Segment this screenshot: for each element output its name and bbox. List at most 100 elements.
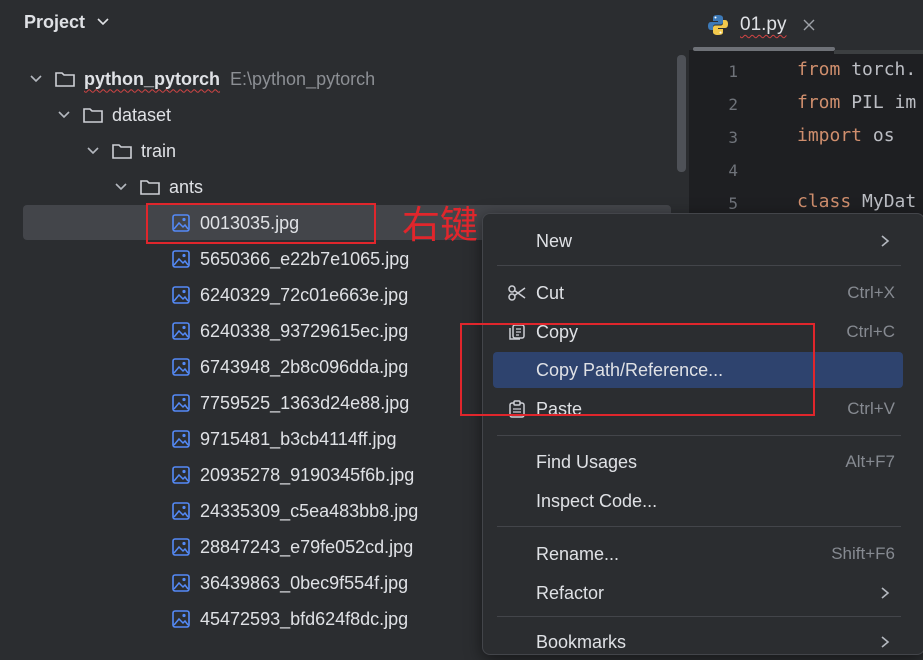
image-file-icon [172, 610, 190, 628]
file-label: 7759525_1363d24e88.jpg [200, 392, 410, 413]
menu-item-label: Find Usages [536, 451, 638, 472]
code-keyword: from [797, 92, 841, 113]
menu-separator [497, 435, 901, 436]
tree-node-label: ants [169, 176, 204, 197]
menu-separator [497, 265, 901, 266]
file-item[interactable]: 36439863_0bec9f554f.jpg [170, 566, 408, 600]
chevron-right-icon [881, 636, 890, 648]
chevron-down-icon[interactable] [28, 71, 44, 87]
menu-item-cut[interactable]: Cut Ctrl+X [493, 275, 903, 311]
chevron-right-icon [881, 235, 890, 247]
menu-item-rename[interactable]: Rename... Shift+F6 [493, 536, 903, 572]
tree-node-train[interactable]: train [85, 134, 176, 168]
line-number: 2 [728, 95, 738, 114]
annotation-box-selected-file [146, 203, 376, 244]
menu-item-label: New [536, 230, 573, 251]
chevron-down-icon[interactable] [96, 15, 110, 29]
file-item[interactable]: 6240338_93729615ec.jpg [170, 314, 408, 348]
file-label: 9715481_b3cb4114ff.jpg [200, 428, 397, 449]
menu-item-inspect-code[interactable]: Inspect Code... [493, 483, 903, 519]
menu-item-shortcut: Alt+F7 [845, 452, 895, 471]
code-text: PIL im [840, 92, 917, 113]
chevron-down-icon[interactable] [56, 107, 72, 123]
code-line[interactable]: import os [797, 125, 895, 146]
line-number: 1 [728, 62, 738, 81]
code-line[interactable]: from PIL im [797, 92, 916, 113]
tree-node-python-pytorch[interactable]: python_pytorch E:\python_pytorch [28, 62, 375, 96]
editor-tab-scrollbar [834, 50, 923, 54]
tree-node-dataset[interactable]: dataset [56, 98, 171, 132]
file-label: 28847243_e79fe052cd.jpg [200, 536, 414, 557]
folder-icon [55, 72, 75, 87]
folder-icon [112, 144, 132, 159]
file-label: 6240338_93729615ec.jpg [200, 320, 409, 341]
file-item[interactable]: 24335309_c5ea483bb8.jpg [170, 494, 418, 528]
tree-scrollbar[interactable] [677, 55, 686, 172]
active-tab-indicator [693, 47, 835, 51]
menu-item-shortcut: Ctrl+X [847, 283, 895, 302]
image-file-icon [172, 322, 190, 340]
image-file-icon [172, 538, 190, 556]
code-line[interactable]: from torch. [797, 59, 916, 80]
line-number: 3 [728, 128, 738, 147]
menu-item-shortcut: Shift+F6 [831, 544, 895, 563]
tab-label: 01.py [740, 14, 787, 35]
file-item[interactable]: 5650366_e22b7e1065.jpg [170, 242, 409, 276]
file-label: 6743948_2b8c096dda.jpg [200, 356, 409, 377]
image-file-icon [172, 286, 190, 304]
file-item[interactable]: 7759525_1363d24e88.jpg [170, 386, 409, 420]
tree-node-label: dataset [112, 104, 172, 125]
file-label: 24335309_c5ea483bb8.jpg [200, 500, 419, 521]
menu-item-find-usages[interactable]: Find Usages Alt+F7 [493, 444, 903, 480]
line-number: 5 [728, 194, 738, 213]
file-item[interactable]: 6240329_72c01e663e.jpg [170, 278, 408, 312]
project-panel-title[interactable]: Project [24, 12, 85, 33]
file-label: 45472593_bfd624f8dc.jpg [200, 608, 409, 629]
tree-node-path: E:\python_pytorch [230, 68, 376, 89]
image-file-icon [172, 394, 190, 412]
python-file-icon [708, 15, 728, 35]
code-line[interactable]: class MyDat [797, 191, 916, 212]
menu-item-shortcut: Ctrl+C [846, 322, 895, 341]
file-label: 36439863_0bec9f554f.jpg [200, 572, 409, 593]
menu-item-label: Bookmarks [536, 631, 627, 652]
annotation-label: 右键 [402, 203, 479, 247]
chevron-down-icon[interactable] [113, 179, 129, 195]
code-text: os [862, 125, 895, 146]
folder-icon [83, 108, 103, 123]
chevron-down-icon[interactable] [85, 143, 101, 159]
close-icon[interactable] [802, 18, 816, 32]
image-file-icon [172, 466, 190, 484]
menu-item-label: Cut [536, 282, 565, 303]
menu-separator [497, 526, 901, 527]
menu-item-refactor[interactable]: Refactor [493, 575, 903, 611]
code-keyword: class [797, 191, 852, 212]
file-label: 6240329_72c01e663e.jpg [200, 284, 409, 305]
code-keyword: import [797, 125, 863, 146]
file-item[interactable]: 20935278_9190345f6b.jpg [170, 458, 414, 492]
menu-item-label: Rename... [536, 543, 620, 564]
menu-separator [497, 616, 901, 617]
image-file-icon [172, 574, 190, 592]
menu-item-new[interactable]: New [493, 223, 903, 259]
project-panel-header: Project [0, 0, 689, 46]
line-number: 4 [728, 161, 738, 180]
tree-node-label: train [141, 140, 177, 161]
file-label: 20935278_9190345f6b.jpg [200, 464, 415, 485]
menu-item-shortcut: Ctrl+V [847, 399, 895, 418]
code-keyword: from [797, 59, 841, 80]
image-file-icon [172, 430, 190, 448]
tree-node-ants[interactable]: ants [113, 170, 203, 204]
tree-node-label: python_pytorch [84, 68, 221, 89]
file-item[interactable]: 45472593_bfd624f8dc.jpg [170, 602, 408, 636]
image-file-icon [172, 250, 190, 268]
file-item[interactable]: 28847243_e79fe052cd.jpg [170, 530, 413, 564]
menu-item-label: Inspect Code... [536, 490, 658, 511]
tab-01-py[interactable]: 01.py [706, 8, 816, 42]
file-item[interactable]: 6743948_2b8c096dda.jpg [170, 350, 408, 384]
menu-item-bookmarks[interactable]: Bookmarks [493, 624, 903, 660]
file-item[interactable]: 9715481_b3cb4114ff.jpg [170, 422, 397, 456]
image-file-icon [172, 358, 190, 376]
context-menu: New Cut Ctrl+X Copy Ctrl+C Copy Path/Ref… [482, 213, 923, 655]
menu-item-label: Refactor [536, 582, 605, 603]
